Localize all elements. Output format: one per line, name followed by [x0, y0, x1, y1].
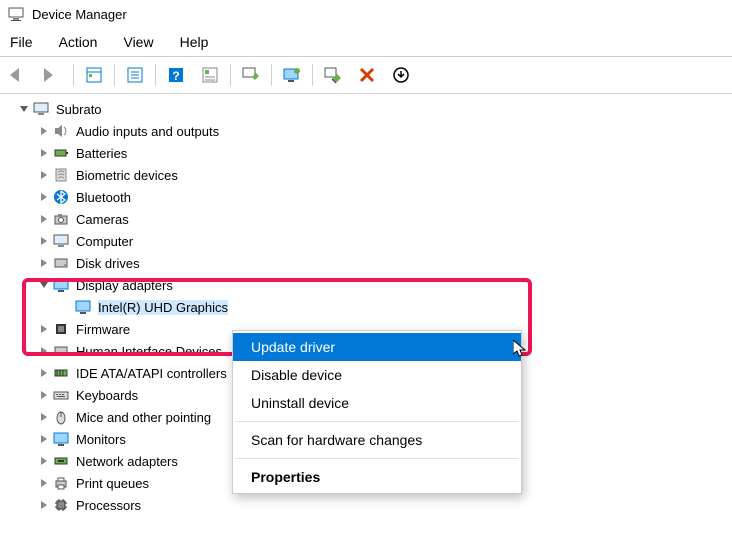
tree-root[interactable]: Subrato — [0, 98, 732, 120]
category-label: Bluetooth — [76, 190, 131, 205]
category-bluetooth[interactable]: Bluetooth — [0, 186, 732, 208]
chevron-icon[interactable] — [36, 189, 52, 205]
disk-icon — [52, 254, 70, 272]
menu-help[interactable]: Help — [176, 32, 213, 52]
title-bar: Device Manager — [0, 0, 732, 28]
network-icon — [52, 452, 70, 470]
expand-chevron-icon[interactable] — [36, 277, 52, 293]
scan-hardware-button[interactable] — [234, 61, 268, 89]
device-intel-uhd[interactable]: Intel(R) UHD Graphics — [0, 296, 732, 318]
category-label: Computer — [76, 234, 133, 249]
menu-properties[interactable]: Properties — [233, 463, 521, 491]
chip-icon — [52, 320, 70, 338]
menu-uninstall-device[interactable]: Uninstall device — [233, 389, 521, 417]
category-label: Mice and other pointing — [76, 410, 211, 425]
printer-icon — [52, 474, 70, 492]
category-cameras[interactable]: Cameras — [0, 208, 732, 230]
chevron-icon[interactable] — [36, 453, 52, 469]
category-display-adapters[interactable]: Display adapters — [0, 274, 732, 296]
hid-icon — [52, 342, 70, 360]
category-label: Network adapters — [76, 454, 178, 469]
chevron-icon[interactable] — [36, 211, 52, 227]
category-label: Display adapters — [76, 278, 173, 293]
properties-button[interactable] — [118, 61, 152, 89]
fingerprint-icon — [52, 166, 70, 184]
menu-scan-hardware[interactable]: Scan for hardware changes — [233, 426, 521, 454]
uninstall-device-button[interactable] — [350, 61, 384, 89]
menu-file[interactable]: File — [6, 32, 37, 52]
keyboard-icon — [52, 386, 70, 404]
monitor-icon — [52, 430, 70, 448]
chevron-icon[interactable] — [36, 255, 52, 271]
menu-disable-device[interactable]: Disable device — [233, 361, 521, 389]
menu-action[interactable]: Action — [55, 32, 102, 52]
speaker-icon — [52, 122, 70, 140]
display-adapter-icon — [74, 298, 92, 316]
category-label: Batteries — [76, 146, 127, 161]
camera-icon — [52, 210, 70, 228]
toolbar: ? — [0, 56, 732, 94]
category-label: Disk drives — [76, 256, 140, 271]
chevron-icon[interactable] — [36, 475, 52, 491]
window-title: Device Manager — [32, 7, 127, 22]
help-button[interactable]: ? — [159, 61, 193, 89]
category-label: Human Interface Devices — [76, 344, 222, 359]
show-hidden-button[interactable] — [77, 61, 111, 89]
category-label: Processors — [76, 498, 141, 513]
more-actions-button[interactable] — [384, 61, 418, 89]
bluetooth-icon — [52, 188, 70, 206]
device-label: Intel(R) UHD Graphics — [98, 300, 228, 315]
mouse-icon — [52, 408, 70, 426]
category-batteries[interactable]: Batteries — [0, 142, 732, 164]
context-menu: Update driver Disable device Uninstall d… — [232, 330, 522, 494]
menu-separator — [235, 458, 519, 459]
action-list-button[interactable] — [193, 61, 227, 89]
category-label: Firmware — [76, 322, 130, 337]
menu-view[interactable]: View — [119, 32, 157, 52]
forward-button[interactable] — [36, 61, 70, 89]
category-label: Audio inputs and outputs — [76, 124, 219, 139]
disable-device-button[interactable] — [316, 61, 350, 89]
category-label: Print queues — [76, 476, 149, 491]
chevron-icon[interactable] — [36, 321, 52, 337]
controller-icon — [52, 364, 70, 382]
menu-separator — [235, 421, 519, 422]
category-audio[interactable]: Audio inputs and outputs — [0, 120, 732, 142]
chevron-icon[interactable] — [36, 343, 52, 359]
chevron-icon[interactable] — [36, 365, 52, 381]
chevron-icon[interactable] — [36, 497, 52, 513]
category-processors[interactable]: Processors — [0, 494, 732, 516]
display-adapter-icon — [52, 276, 70, 294]
root-label: Subrato — [56, 102, 102, 117]
chevron-icon[interactable] — [36, 123, 52, 139]
computer-icon — [32, 100, 50, 118]
chevron-icon[interactable] — [36, 167, 52, 183]
back-button[interactable] — [2, 61, 36, 89]
svg-text:?: ? — [172, 69, 179, 83]
chevron-icon[interactable] — [36, 145, 52, 161]
cpu-icon — [52, 496, 70, 514]
computer-icon — [52, 232, 70, 250]
chevron-icon[interactable] — [36, 431, 52, 447]
chevron-icon[interactable] — [36, 233, 52, 249]
category-disk-drives[interactable]: Disk drives — [0, 252, 732, 274]
chevron-icon[interactable] — [36, 409, 52, 425]
update-driver-button[interactable] — [275, 61, 309, 89]
category-label: Biometric devices — [76, 168, 178, 183]
chevron-icon[interactable] — [36, 387, 52, 403]
category-label: IDE ATA/ATAPI controllers — [76, 366, 227, 381]
category-biometric[interactable]: Biometric devices — [0, 164, 732, 186]
menu-update-driver[interactable]: Update driver — [233, 333, 521, 361]
expand-chevron-icon[interactable] — [16, 101, 32, 117]
category-label: Cameras — [76, 212, 129, 227]
category-computer[interactable]: Computer — [0, 230, 732, 252]
app-icon — [8, 6, 24, 22]
menu-bar: File Action View Help — [0, 28, 732, 56]
category-label: Monitors — [76, 432, 126, 447]
battery-icon — [52, 144, 70, 162]
category-label: Keyboards — [76, 388, 138, 403]
